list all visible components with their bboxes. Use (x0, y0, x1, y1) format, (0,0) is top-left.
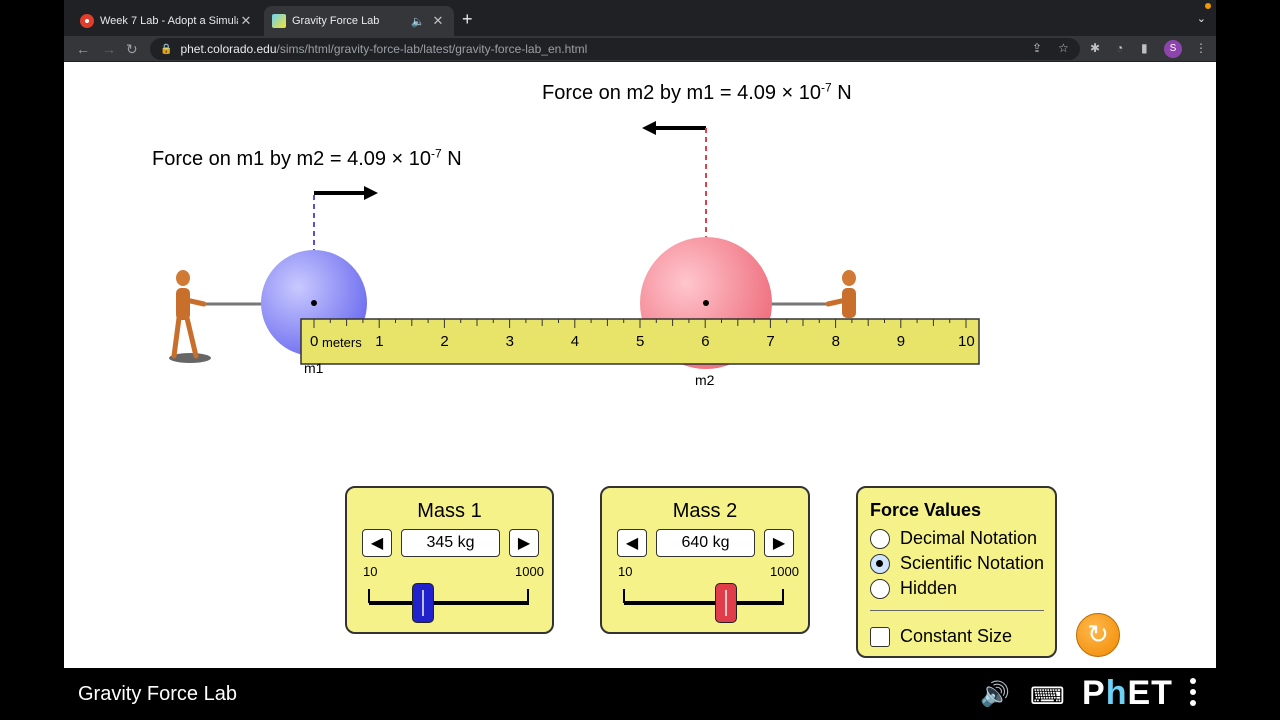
tab-title: Week 7 Lab - Adopt a Simulatio (100, 15, 238, 27)
scientific-notation-radio[interactable] (870, 553, 890, 574)
new-tab-button[interactable]: + (462, 10, 473, 28)
ruler-tick-label: 3 (505, 333, 514, 350)
tab-strip: Week 7 Lab - Adopt a Simulatio ✕ Gravity… (64, 0, 1216, 36)
ruler-tick-label: 0 (310, 333, 319, 350)
phet-favicon-icon (272, 14, 286, 28)
constant-size-checkbox[interactable] (870, 626, 890, 647)
audio-toggle-icon[interactable]: 🔊 (980, 680, 1010, 709)
mass1-label: m1 (304, 360, 324, 376)
phet-logo[interactable]: PhET (1082, 674, 1173, 713)
mass2-slider-track[interactable] (624, 601, 784, 605)
simulation-area: Force on m2 by m1 = 4.09 × 10-7 N Force … (64, 62, 1216, 668)
mass2-label: m2 (695, 372, 715, 388)
hidden-label: Hidden (900, 578, 958, 598)
constant-size-label: Constant Size (900, 626, 1013, 646)
mass2-control-panel: Mass 2 ◀ 640 kg ▶ 10 1000 (600, 486, 810, 634)
decimal-notation-option[interactable]: Decimal Notation (870, 528, 1037, 549)
extensions-icon[interactable]: ✱ (1090, 41, 1100, 55)
force-values-panel: Force Values Decimal Notation Scientific… (856, 486, 1057, 658)
url-host: phet.colorado.edu (180, 42, 277, 56)
ruler-tick-label: 7 (766, 333, 775, 350)
mass2-decrement-button[interactable]: ◀ (617, 529, 647, 557)
m1-center-dot (311, 300, 317, 306)
mass1-increment-button[interactable]: ▶ (509, 529, 539, 557)
recording-indicator-dot (1205, 3, 1211, 9)
ruler-tick-label: 4 (570, 333, 580, 350)
mass1-control-panel: Mass 1 ◀ 345 kg ▶ 10 1000 (345, 486, 554, 634)
sim-title: Gravity Force Lab (78, 683, 237, 705)
force-arrow-m1 (314, 186, 378, 200)
tab-search-icon[interactable]: ⌄ (1197, 12, 1206, 25)
scientific-notation-option[interactable]: Scientific Notation (870, 553, 1044, 574)
canvas-favicon-icon (80, 14, 94, 28)
url-path: /sims/html/gravity-force-lab/latest/grav… (276, 42, 588, 56)
mass2-slider-thumb[interactable] (714, 583, 737, 623)
left-puller-figure[interactable] (169, 270, 211, 363)
side-panel-icon[interactable]: ▮ (1141, 41, 1148, 55)
mass2-panel-title: Mass 2 (672, 500, 738, 522)
mass1-decrement-button[interactable]: ◀ (362, 529, 392, 557)
forward-button[interactable]: → (102, 40, 116, 58)
screen: Week 7 Lab - Adopt a Simulatio ✕ Gravity… (0, 0, 1280, 720)
ruler-tick-label: 8 (831, 333, 840, 350)
close-tab-icon[interactable]: ✕ (430, 13, 446, 29)
force-arrow-m2 (642, 121, 706, 135)
browser-menu-icon[interactable]: ⋮ (1195, 41, 1207, 55)
mass1-max-label: 1000 (515, 564, 544, 579)
browser-toolbar: ← → ↻ 🔒 phet.colorado.edu /sims/html/gra… (64, 36, 1216, 62)
mass1-min-tick (368, 589, 370, 603)
profile-avatar[interactable]: S (1164, 40, 1182, 58)
constant-size-option[interactable]: Constant Size (870, 626, 1012, 647)
mass2-min-tick (623, 589, 625, 603)
ruler-tick-label: 10 (958, 333, 975, 350)
bookmark-star-icon[interactable]: ☆ (1058, 41, 1069, 55)
ruler-tick-label: 6 (701, 333, 710, 350)
decimal-notation-radio[interactable] (870, 528, 890, 549)
phet-menu-icon[interactable] (1190, 678, 1198, 711)
mass1-slider-track[interactable] (369, 601, 529, 605)
keyboard-shortcuts-icon[interactable]: ⌨ (1030, 682, 1065, 711)
ruler-tick-label: 1 (375, 333, 384, 350)
mass2-min-label: 10 (618, 564, 633, 579)
mass1-slider-thumb[interactable] (412, 583, 435, 623)
hidden-option[interactable]: Hidden (870, 578, 957, 599)
force-values-divider (870, 610, 1044, 611)
media-control-icon[interactable]: ◔ (1116, 41, 1123, 55)
mass1-panel-title: Mass 1 (417, 500, 482, 522)
tab-week7-lab[interactable]: Week 7 Lab - Adopt a Simulatio ✕ (72, 6, 262, 36)
mass2-max-label: 1000 (770, 564, 799, 579)
share-icon[interactable]: ⇪ (1032, 41, 1042, 55)
mass2-increment-button[interactable]: ▶ (764, 529, 794, 557)
hidden-radio[interactable] (870, 578, 890, 599)
back-button[interactable]: ← (76, 40, 90, 58)
mass1-value: 345 kg (401, 529, 500, 557)
mass2-value: 640 kg (656, 529, 755, 557)
right-puller-figure[interactable] (825, 270, 856, 318)
close-tab-icon[interactable]: ✕ (238, 13, 254, 29)
audio-playing-icon[interactable]: 🔈 (410, 15, 426, 28)
lock-icon[interactable]: 🔒 (160, 44, 172, 55)
tab-gravity-force-lab[interactable]: Gravity Force Lab 🔈 ✕ (264, 6, 454, 36)
ruler-tick-label: 5 (636, 333, 645, 350)
reset-all-button[interactable]: ↻ (1076, 613, 1120, 657)
mass2-max-tick (782, 589, 784, 603)
ruler-tick-label: 9 (896, 333, 906, 350)
ruler-tick-label: 2 (440, 333, 449, 350)
mass1-min-label: 10 (363, 564, 378, 579)
decimal-notation-label: Decimal Notation (900, 528, 1038, 548)
ruler-unit-label: meters (322, 335, 362, 350)
tab-title: Gravity Force Lab (292, 15, 380, 27)
browser-window: Week 7 Lab - Adopt a Simulatio ✕ Gravity… (64, 0, 1216, 668)
address-bar[interactable]: 🔒 phet.colorado.edu /sims/html/gravity-f… (150, 38, 1080, 60)
phet-navigation-bar: Gravity Force Lab 🔊 ⌨ PhET (0, 668, 1280, 720)
force-values-title: Force Values (870, 500, 982, 520)
m2-center-dot (703, 300, 709, 306)
scientific-notation-label: Scientific Notation (900, 553, 1045, 573)
reload-button[interactable]: ↻ (126, 40, 138, 58)
mass1-max-tick (527, 589, 529, 603)
